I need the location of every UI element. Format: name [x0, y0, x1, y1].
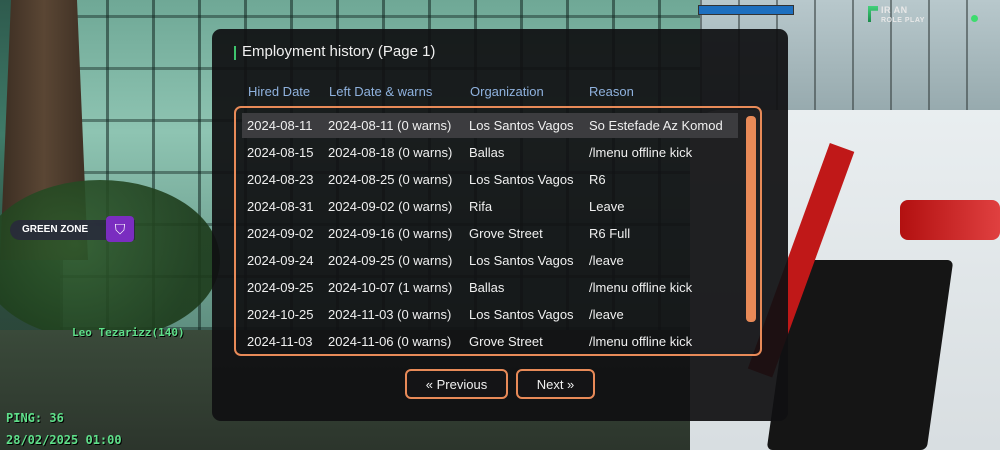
table-row[interactable]: 2024-08-31 2024-09-02 (0 warns) Rifa Leave [242, 194, 738, 219]
cell-organization: Los Santos Vagos [469, 172, 574, 187]
cell-hired-date: 2024-08-11 [247, 118, 313, 133]
cell-left-date: 2024-11-03 (0 warns) [328, 307, 452, 322]
table-row[interactable]: 2024-09-24 2024-09-25 (0 warns) Los Santos… [242, 248, 738, 273]
player-name: Leo Tezarizz(140) [72, 326, 185, 339]
cell-left-date: 2024-11-06 (0 warns) [328, 334, 452, 349]
cell-reason: /lmenu offline kick [589, 280, 693, 295]
cell-hired-date: 2024-09-25 [247, 280, 314, 295]
cell-reason: Leave [589, 199, 625, 214]
next-button[interactable]: Next » [516, 369, 595, 399]
table-scrollbar[interactable] [746, 116, 756, 322]
table-row[interactable]: 2024-08-23 2024-08-25 (0 warns) Los Santos… [242, 167, 738, 192]
table-header: Hired Date Left Date & warns Organizatio… [248, 84, 768, 100]
cell-reason: /leave [589, 253, 624, 268]
header-reason: Reason [589, 84, 634, 99]
cell-reason: R6 [589, 172, 606, 187]
header-left-date: Left Date & warns [329, 84, 433, 99]
status-dot-icon [971, 15, 978, 22]
dialog-title: Employment history (Page 1) [234, 43, 435, 60]
cell-left-date: 2024-10-07 (1 warns) [328, 280, 453, 295]
cell-left-date: 2024-08-11 (0 warns) [328, 118, 452, 133]
cell-hired-date: 2024-08-23 [247, 172, 314, 187]
cell-left-date: 2024-09-25 (0 warns) [328, 253, 453, 268]
table-row[interactable]: 2024-09-25 2024-10-07 (1 warns) Ballas/lme… [242, 275, 738, 300]
cell-organization: Los Santos Vagos [469, 118, 574, 133]
cell-reason: R6 Full [589, 226, 631, 241]
server-logo: IR AN ROLE PLAY [868, 6, 925, 25]
cell-organization: Los Santos Vagos [469, 307, 574, 322]
cell-left-date: 2024-09-16 (0 warns) [328, 226, 453, 241]
previous-button[interactable]: « Previous [405, 369, 508, 399]
date-time-readout: 28/02/2025 01:00 [6, 433, 122, 447]
ping-readout: PING: 36 [6, 411, 64, 425]
cell-organization: Ballas [469, 280, 505, 295]
cell-hired-date: 2024-11-03 [247, 334, 313, 349]
employment-history-dialog: Employment history (Page 1) Hired Date L… [212, 29, 788, 421]
cell-hired-date: 2024-08-31 [247, 199, 314, 214]
cell-organization: Rifa [469, 199, 493, 214]
header-organization: Organization [470, 84, 544, 99]
cell-left-date: 2024-09-02 (0 warns) [328, 199, 453, 214]
cell-organization: Los Santos Vagos [469, 253, 574, 268]
employment-table[interactable]: 2024-08-11 2024-08-11 (0 warns) Los Santos… [234, 106, 762, 356]
cell-reason: /leave [589, 307, 624, 322]
cell-reason: /lmenu offline kick [589, 145, 693, 160]
top-status-bar-fill [699, 6, 793, 14]
cell-reason: So Estefade Az Komod [589, 118, 723, 133]
cell-organization: Grove Street [469, 226, 543, 241]
cell-organization: Grove Street [469, 334, 543, 349]
logo-mark-icon [868, 6, 878, 22]
table-row[interactable]: 2024-08-11 2024-08-11 (0 warns) Los Santos… [242, 113, 738, 138]
van-siren-light [900, 200, 1000, 240]
top-status-bar [698, 5, 794, 15]
cell-left-date: 2024-08-18 (0 warns) [328, 145, 453, 160]
cell-reason: /lmenu offline kick [589, 334, 693, 349]
table-row[interactable]: 2024-11-03 2024-11-06 (0 warns) Grove Stre… [242, 329, 738, 354]
shield-icon: ⛉ [114, 220, 126, 237]
table-row[interactable]: 2024-09-02 2024-09-16 (0 warns) Grove Stre… [242, 221, 738, 246]
table-row[interactable]: 2024-10-25 2024-11-03 (0 warns) Los Santos… [242, 302, 738, 327]
zone-badge: ⛉ [106, 216, 134, 242]
dialog-title-text: Employment history (Page 1) [242, 43, 436, 60]
cell-hired-date: 2024-10-25 [247, 307, 314, 322]
header-hired-date: Hired Date [248, 84, 311, 99]
cell-organization: Ballas [469, 145, 505, 160]
cell-hired-date: 2024-09-24 [247, 253, 314, 268]
table-row[interactable]: 2024-08-15 2024-08-18 (0 warns) Ballas/lme… [242, 140, 738, 165]
cell-hired-date: 2024-08-15 [247, 145, 314, 160]
logo-line-1: IR AN [881, 5, 908, 15]
cell-hired-date: 2024-09-02 [247, 226, 314, 241]
cell-left-date: 2024-08-25 (0 warns) [328, 172, 453, 187]
logo-line-2: ROLE PLAY [881, 17, 925, 24]
